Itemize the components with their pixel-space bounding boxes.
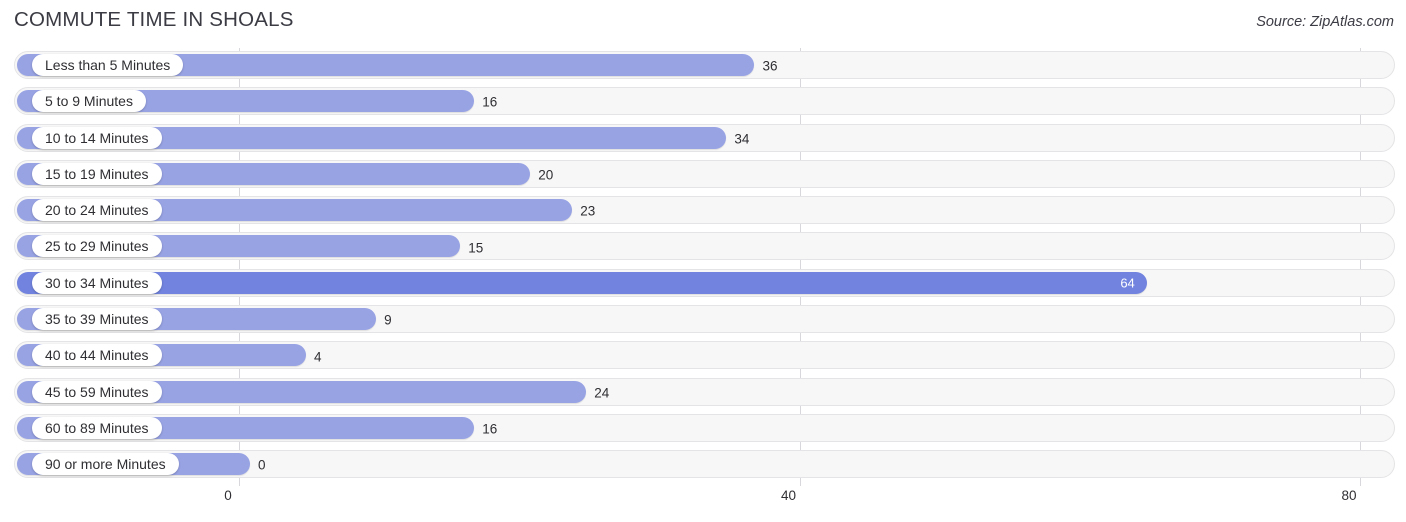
x-axis: 0 40 80 [0,486,1406,522]
bar-value-label: 36 [762,58,778,74]
bar-row[interactable]: 15 25 to 29 Minutes [0,229,1406,265]
category-label[interactable]: Less than 5 Minutes [32,54,184,76]
bar-row[interactable]: 64 30 to 34 Minutes [0,266,1406,302]
bar-value-label: 16 [482,421,498,437]
category-label[interactable]: 15 to 19 Minutes [32,162,162,185]
bar-value-label: 64 [1120,275,1135,291]
plot-area: 36 Less than 5 Minutes 16 5 to 9 Minutes 34 1… [0,48,1406,486]
bar-value-label: 9 [384,312,392,328]
bar-value-label: 4 [314,349,322,365]
bar-row[interactable]: 4 40 to 44 Minutes [0,338,1406,374]
category-label[interactable]: 60 to 89 Minutes [32,416,162,439]
bar-value-label: 23 [580,203,596,219]
bar-row[interactable]: 36 Less than 5 Minutes [0,48,1406,84]
bar-row[interactable]: 20 15 to 19 Minutes [0,157,1406,193]
bar-value-label: 20 [538,167,554,183]
bar-value-label: 0 [258,457,266,473]
category-label[interactable]: 45 to 59 Minutes [32,380,162,403]
bar-row[interactable]: 24 45 to 59 Minutes [0,375,1406,411]
category-label[interactable]: 25 to 29 Minutes [32,235,162,258]
category-label[interactable]: 90 or more Minutes [32,453,179,476]
bar-value-label: 16 [482,94,498,110]
axis-tick-label: 0 [224,488,232,503]
source-attribution: Source: ZipAtlas.com [1256,14,1394,30]
page-title: COMMUTE TIME IN SHOALS [14,8,294,31]
category-label[interactable]: 40 to 44 Minutes [32,344,162,367]
bar-value-label: 34 [734,131,750,147]
bar-row[interactable]: 34 10 to 14 Minutes [0,121,1406,157]
bar-row[interactable]: 23 20 to 24 Minutes [0,193,1406,229]
category-label[interactable]: 10 to 14 Minutes [32,126,162,149]
category-label[interactable]: 35 to 39 Minutes [32,308,162,331]
axis-tick-label: 40 [780,488,797,503]
bar-value-label: 15 [468,240,484,256]
category-label[interactable]: 30 to 34 Minutes [32,271,162,294]
bar-row[interactable]: 0 90 or more Minutes [0,447,1406,483]
bar-row[interactable]: 16 60 to 89 Minutes [0,411,1406,447]
category-label[interactable]: 20 to 24 Minutes [32,199,162,222]
axis-tick-label: 80 [1341,488,1357,503]
category-label[interactable]: 5 to 9 Minutes [32,90,146,113]
bar-row[interactable]: 16 5 to 9 Minutes [0,84,1406,120]
bar-value-label: 24 [594,385,610,401]
bar[interactable]: 64 [17,271,1147,294]
bar-row[interactable]: 9 35 to 39 Minutes [0,302,1406,338]
bar-rows: 36 Less than 5 Minutes 16 5 to 9 Minutes 34 1… [0,48,1406,484]
chart-container: COMMUTE TIME IN SHOALS Source: ZipAtlas.… [0,0,1406,522]
